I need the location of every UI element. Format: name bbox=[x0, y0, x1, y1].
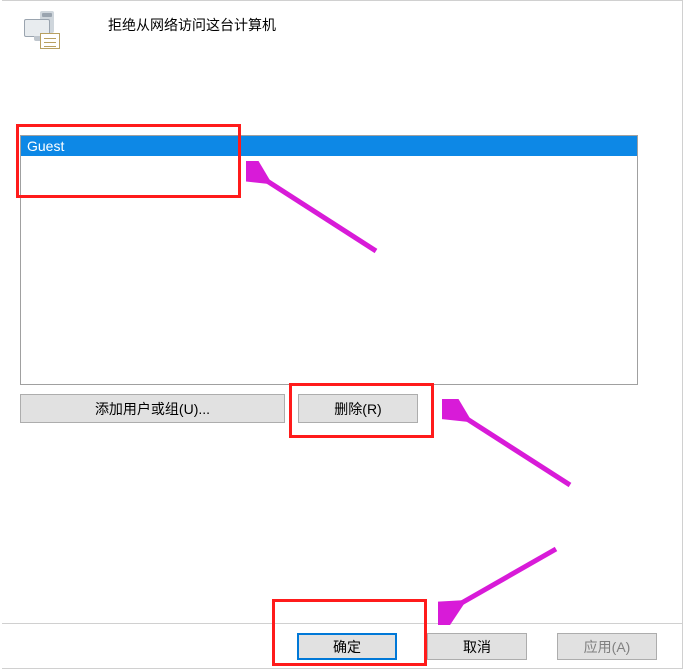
list-item[interactable]: Guest bbox=[21, 136, 637, 156]
dialog-body: 拒绝从网络访问这台计算机 Guest 添加用户或组(U)... 删除(R) 确定… bbox=[2, 0, 683, 669]
ok-button[interactable]: 确定 bbox=[297, 633, 397, 660]
policy-title: 拒绝从网络访问这台计算机 bbox=[108, 15, 276, 35]
cancel-button[interactable]: 取消 bbox=[427, 633, 527, 660]
remove-button[interactable]: 删除(R) bbox=[298, 394, 418, 423]
annotation-arrow-icon bbox=[438, 535, 568, 625]
user-group-listbox[interactable]: Guest bbox=[20, 135, 638, 385]
policy-icon bbox=[20, 11, 64, 49]
add-user-or-group-button[interactable]: 添加用户或组(U)... bbox=[20, 394, 285, 423]
separator bbox=[2, 623, 682, 624]
annotation-arrow-icon bbox=[442, 399, 582, 499]
dialog-header: 拒绝从网络访问这台计算机 bbox=[20, 11, 276, 49]
apply-button[interactable]: 应用(A) bbox=[557, 633, 657, 660]
